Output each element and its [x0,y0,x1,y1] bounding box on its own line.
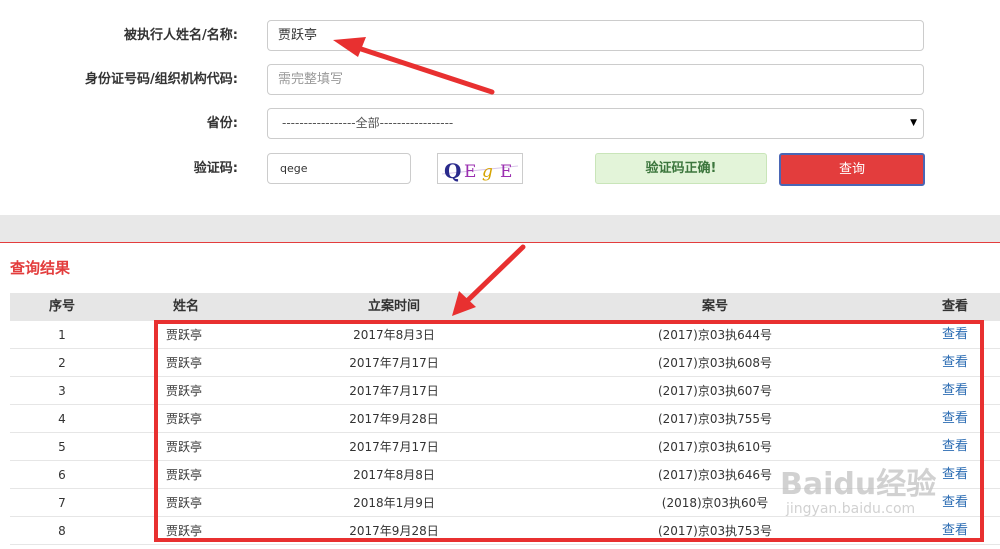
svg-text:g: g [482,162,493,182]
dropdown-arrow-icon: ▼ [910,118,917,128]
row-name: 贾跃亭 [166,384,203,398]
row-case-number: (2017)京03执755号 [657,412,773,426]
table-row: 4 贾跃亭 2017年9月28日 (2017)京03执755号 查看 [10,405,1000,433]
row-case-number: (2017)京03执753号 [657,524,773,538]
table-body: 1 贾跃亭 2017年8月3日 (2017)京03执644号 查看 2 贾跃亭 … [10,321,1000,545]
row-index: 1 [58,328,66,342]
row-case-number: (2017)京03执607号 [657,384,773,398]
section-divider-line [0,242,1000,243]
row-case-number: (2017)京03执608号 [657,356,773,370]
query-button[interactable]: 查询 [779,153,925,186]
id-input[interactable]: 需完整填写 [267,64,924,95]
table-row: 8 贾跃亭 2017年9月28日 (2017)京03执753号 查看 [10,517,1000,545]
results-title: 查询结果 [10,259,71,277]
table-row: 5 贾跃亭 2017年7月17日 (2017)京03执610号 查看 [10,433,1000,461]
row-name: 贾跃亭 [166,468,203,482]
row-name: 贾跃亭 [166,328,203,342]
row-date: 2017年9月28日 [349,524,439,538]
province-selected-value: -----------------全部----------------- [282,116,454,130]
province-row: 省份: -----------------全部-----------------… [0,108,1000,140]
row-index: 3 [58,384,66,398]
row-case-number: (2017)京03执644号 [657,328,773,342]
svg-text:E: E [464,162,476,182]
row-date: 2017年7月17日 [349,356,439,370]
captcha-input[interactable]: qege [267,153,411,184]
row-date: 2017年8月8日 [353,468,435,482]
col-header-date: 立案时间 [367,299,420,314]
name-input[interactable]: 贾跃亭 [267,20,924,51]
row-name: 贾跃亭 [166,412,203,426]
view-link[interactable]: 查看 [920,377,990,405]
table-row: 6 贾跃亭 2017年8月8日 (2017)京03执646号 查看 [10,461,1000,489]
view-link[interactable]: 查看 [920,517,990,545]
row-date: 2017年7月17日 [349,384,439,398]
row-index: 5 [58,440,66,454]
table-row: 1 贾跃亭 2017年8月3日 (2017)京03执644号 查看 [10,321,1000,349]
row-date: 2018年1月9日 [353,496,435,510]
name-row: 被执行人姓名/名称: 贾跃亭 [0,20,1000,52]
page: 被执行人姓名/名称: 贾跃亭 身份证号码/组织机构代码: 需完整填写 省份: -… [0,0,1000,549]
row-name: 贾跃亭 [166,356,203,370]
row-name: 贾跃亭 [166,440,203,454]
captcha-status-badge: 验证码正确! [595,153,767,184]
row-date: 2017年9月28日 [349,412,439,426]
row-date: 2017年8月3日 [353,328,435,342]
row-name: 贾跃亭 [166,524,203,538]
row-name: 贾跃亭 [166,496,203,510]
name-label: 被执行人姓名/名称: [124,28,238,43]
table-row: 2 贾跃亭 2017年7月17日 (2017)京03执608号 查看 [10,349,1000,377]
id-row: 身份证号码/组织机构代码: 需完整填写 [0,64,1000,96]
captcha-glyphs: Q E g E [441,159,519,183]
svg-text:E: E [500,162,512,182]
section-divider-band [0,215,1000,242]
captcha-image[interactable]: Q E g E [437,153,523,184]
table-row: 7 贾跃亭 2018年1月9日 (2018)京03执60号 查看 [10,489,1000,517]
view-link[interactable]: 查看 [920,489,990,517]
table-row: 3 贾跃亭 2017年7月17日 (2017)京03执607号 查看 [10,377,1000,405]
view-link[interactable]: 查看 [920,349,990,377]
row-case-number: (2017)京03执610号 [657,440,773,454]
results-table: 序号 姓名 立案时间 案号 查看 1 贾跃亭 2017年8月3日 (2017)京… [10,293,1000,545]
row-case-number: (2018)京03执60号 [661,496,769,510]
id-label: 身份证号码/组织机构代码: [85,72,238,87]
row-index: 7 [58,496,66,510]
view-link[interactable]: 查看 [920,405,990,433]
table-header: 序号 姓名 立案时间 案号 查看 [10,293,1000,321]
row-index: 8 [58,524,66,538]
col-header-index: 序号 [48,299,75,314]
view-link[interactable]: 查看 [920,321,990,349]
col-header-view: 查看 [941,299,968,314]
province-label: 省份: [206,116,238,131]
captcha-row: 验证码: qege Q E g E 验证码正确! 查询 [0,153,1000,186]
row-date: 2017年7月17日 [349,440,439,454]
svg-text:Q: Q [444,159,461,183]
row-case-number: (2017)京03执646号 [657,468,773,482]
province-select[interactable]: -----------------全部----------------- ▼ [267,108,924,139]
view-link[interactable]: 查看 [920,433,990,461]
captcha-label: 验证码: [193,161,238,176]
col-header-case: 案号 [701,299,728,314]
col-header-name: 姓名 [172,299,199,314]
row-index: 6 [58,468,66,482]
row-index: 4 [58,412,66,426]
view-link[interactable]: 查看 [920,461,990,489]
row-index: 2 [58,356,66,370]
